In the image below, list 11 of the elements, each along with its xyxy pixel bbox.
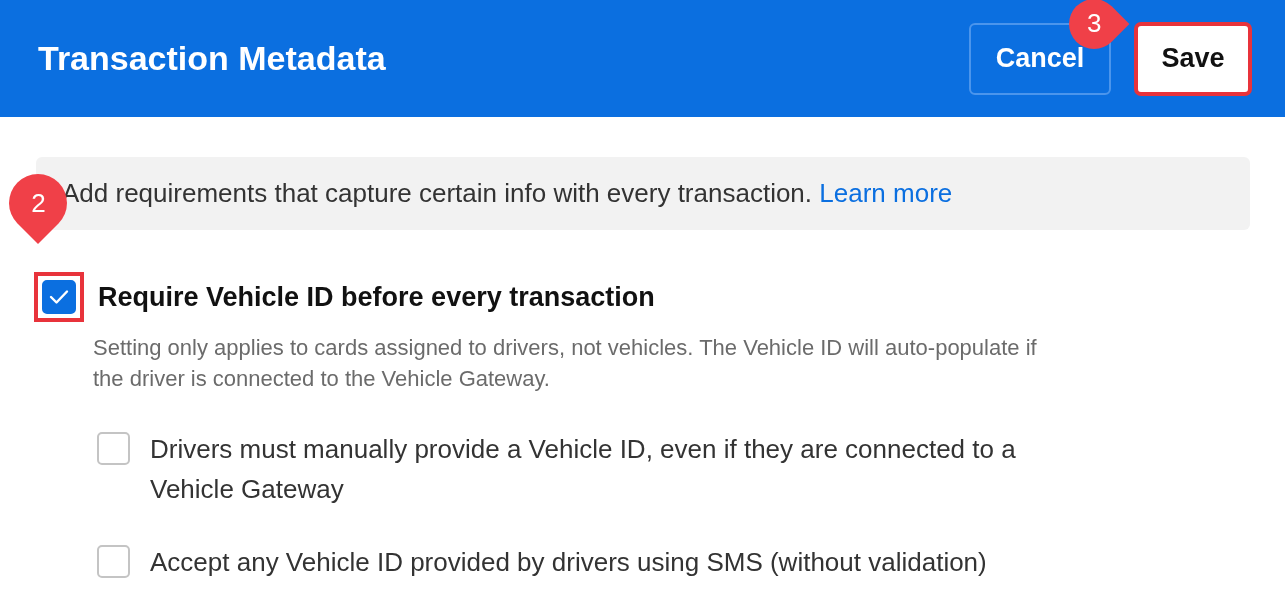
checkbox[interactable] bbox=[97, 432, 130, 465]
checkbox[interactable] bbox=[42, 280, 76, 314]
learn-more-link[interactable]: Learn more bbox=[819, 178, 953, 208]
option-description: Setting only applies to cards assigned to drivers, not vehicles. The Vehicle ID will auto-populate if the driver is connected to the Vehicle Gateway. bbox=[93, 334, 1038, 393]
option-label: Accept any Vehicle ID provided by drivers using SMS (without validation) bbox=[150, 546, 987, 579]
window-title: Transaction Metadata bbox=[38, 39, 387, 78]
checkmark-icon bbox=[49, 289, 69, 305]
save-button[interactable]: Save bbox=[1135, 22, 1251, 95]
option-label: Require Vehicle ID before every transaction bbox=[98, 281, 655, 313]
option-label: Drivers must manually provide a Vehicle ID, even if they are connected to a Vehicle Gateway bbox=[150, 433, 1017, 506]
checkbox[interactable] bbox=[97, 545, 130, 578]
